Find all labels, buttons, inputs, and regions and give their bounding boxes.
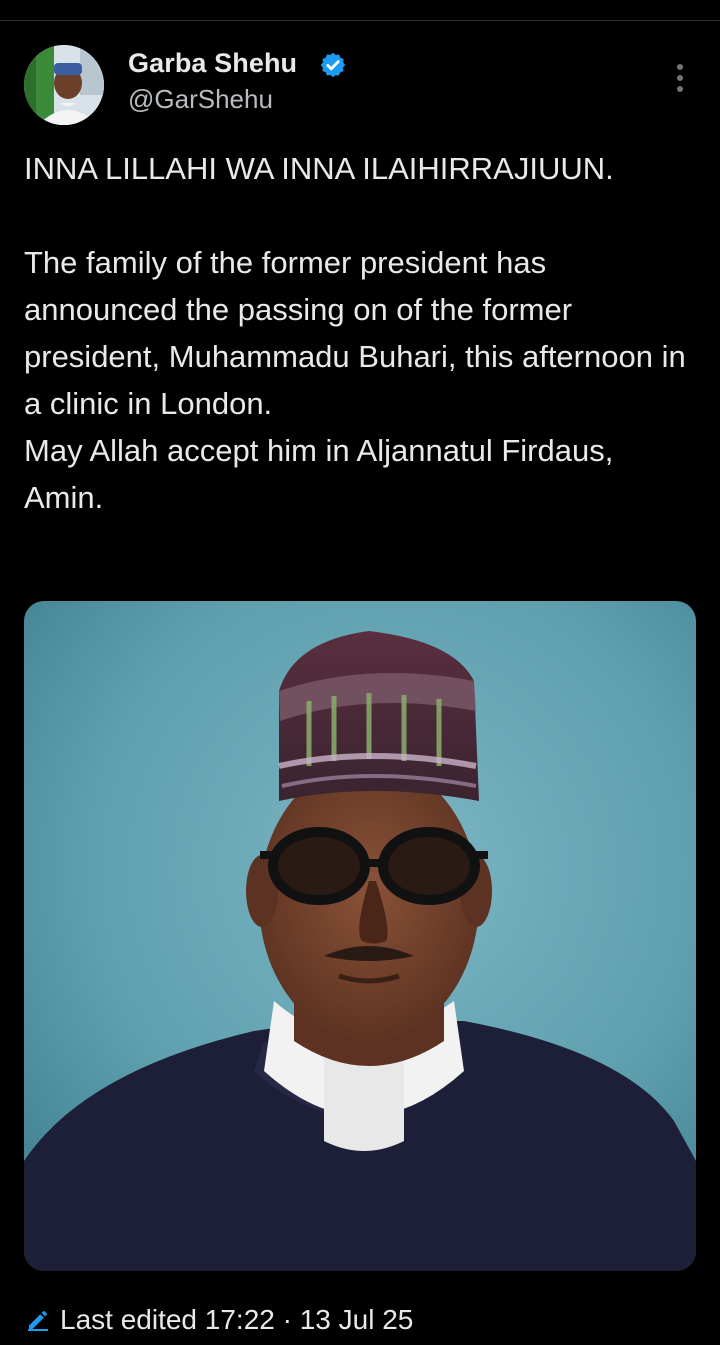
tweet-paragraph-1: INNA LILLAHI WA INNA ILAIHIRRAJIUUN.	[24, 151, 614, 186]
tweet-paragraph-3: May Allah accept him in Aljannatul Firda…	[24, 433, 614, 515]
author-handle[interactable]: @GarShehu	[128, 84, 273, 115]
more-options-icon[interactable]	[666, 60, 694, 96]
verified-badge-icon	[320, 52, 346, 78]
top-divider	[0, 20, 720, 21]
pencil-icon	[28, 1311, 48, 1331]
tweet-photo[interactable]	[24, 601, 696, 1271]
last-edited-info[interactable]: Last edited 17:22 · 13 Jul 25	[26, 1303, 413, 1337]
tweet-detail-view: Garba Shehu @GarShehu INNA LILLAHI WA IN…	[0, 0, 720, 1345]
author-name[interactable]: Garba Shehu	[128, 48, 297, 79]
tweet-text: INNA LILLAHI WA INNA ILAIHIRRAJIUUN. The…	[24, 145, 696, 521]
author-avatar[interactable]	[24, 45, 104, 125]
last-edited-label: Last edited 17:22 · 13 Jul 25	[60, 1304, 414, 1335]
tweet-paragraph-2: The family of the former president has a…	[24, 245, 686, 421]
